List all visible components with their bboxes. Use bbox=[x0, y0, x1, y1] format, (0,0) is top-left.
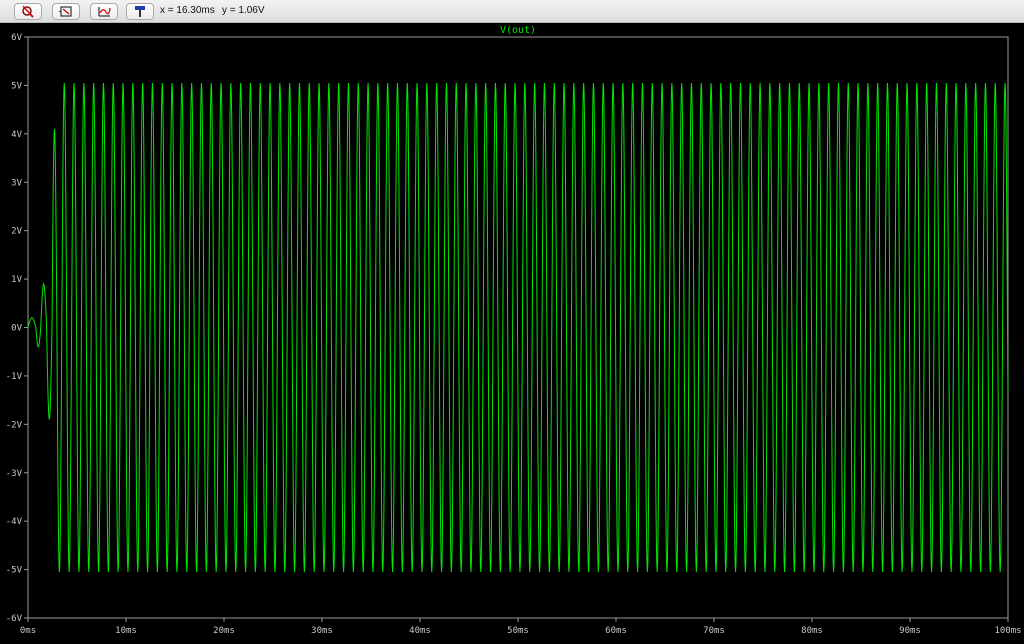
x-tick-label: 90ms bbox=[899, 626, 921, 636]
y-tick-label: 0V bbox=[11, 324, 22, 334]
cursor-y-readout: y = 1.06V bbox=[222, 5, 265, 16]
probe-button[interactable] bbox=[126, 3, 154, 20]
y-tick-label: -4V bbox=[6, 517, 23, 527]
plot-area[interactable]: V(out) 6V 5V 4V 3V 2V 1V 0V -1V -2V -3V -4V -5V -6V … bbox=[0, 23, 1024, 640]
trace-label: V(out) bbox=[500, 25, 536, 36]
autorange-icon bbox=[96, 5, 112, 18]
x-tick-label: 10ms bbox=[115, 626, 137, 636]
x-tick-label: 60ms bbox=[605, 626, 627, 636]
x-tick-label: 80ms bbox=[801, 626, 823, 636]
x-tick-label: 70ms bbox=[703, 626, 725, 636]
x-tick-label: 40ms bbox=[409, 626, 431, 636]
zoom-extents-button[interactable] bbox=[52, 3, 80, 20]
autorange-button[interactable] bbox=[90, 3, 118, 20]
x-tick-label: 50ms bbox=[507, 626, 529, 636]
y-tick-label: 2V bbox=[11, 227, 22, 237]
y-tick-label: -2V bbox=[6, 420, 23, 430]
zoom-cancel-icon bbox=[20, 5, 36, 18]
y-tick-label: 3V bbox=[11, 178, 22, 188]
y-tick-label: -1V bbox=[6, 372, 23, 382]
y-tick-label: -5V bbox=[6, 566, 23, 576]
y-tick-label: 5V bbox=[11, 81, 22, 91]
x-tick-label: 30ms bbox=[311, 626, 333, 636]
x-tick-label: 20ms bbox=[213, 626, 235, 636]
y-tick-label: 1V bbox=[11, 275, 22, 285]
y-tick-label: 6V bbox=[11, 33, 22, 43]
y-tick-label: -6V bbox=[6, 614, 23, 624]
probe-icon bbox=[132, 5, 148, 18]
zoom-extents-icon bbox=[58, 5, 74, 18]
zoom-cancel-button[interactable] bbox=[14, 3, 42, 20]
y-tick-label: -3V bbox=[6, 469, 23, 479]
x-tick-label: 0ms bbox=[20, 626, 36, 636]
x-tick-label: 100ms bbox=[994, 626, 1021, 636]
waveform-plot[interactable]: V(out) 6V5V4V3V2V1V0V-1V-2V-3V-4V-5V-6V … bbox=[0, 23, 1024, 640]
cursor-x-readout: x = 16.30ms bbox=[160, 5, 215, 16]
y-tick-label: 4V bbox=[11, 130, 22, 140]
toolbar: x = 16.30ms y = 1.06V bbox=[0, 0, 1024, 23]
